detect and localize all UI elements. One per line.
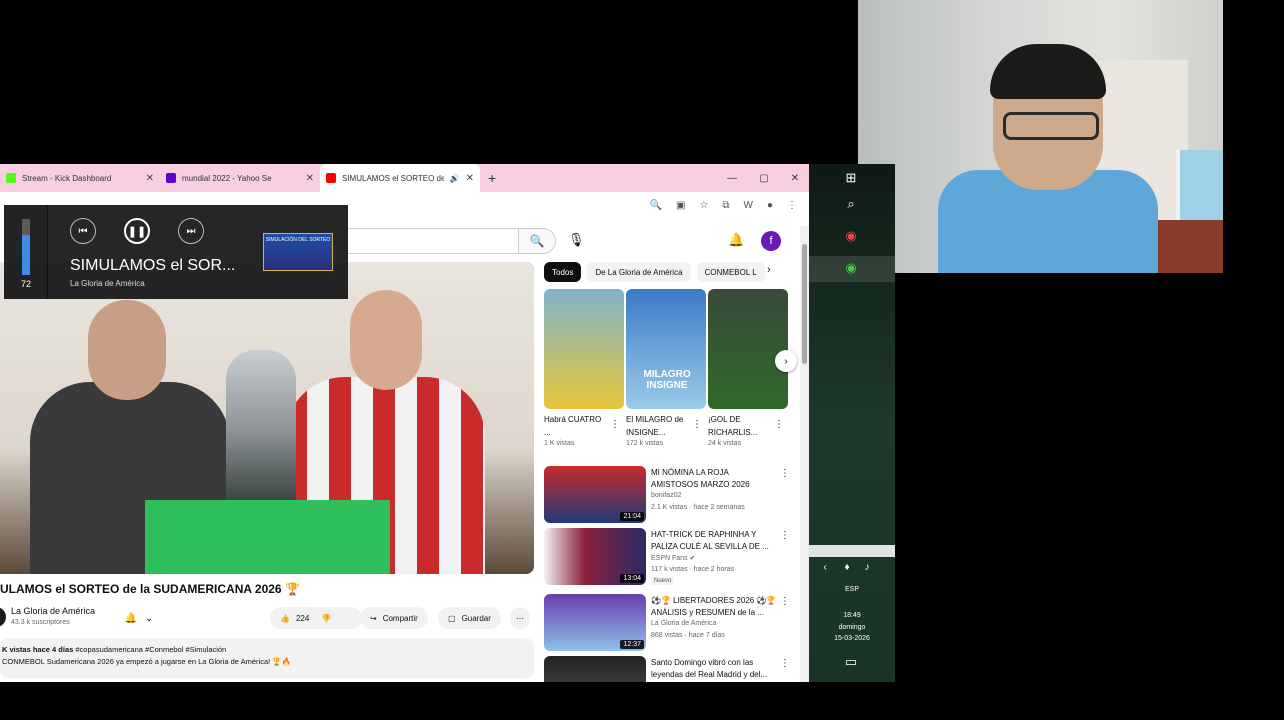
account-avatar[interactable]: f xyxy=(761,231,781,251)
short-item[interactable]: Habrá CUATRO ... 1 K vistas ⋮ xyxy=(544,289,624,447)
more-icon[interactable]: ⋮ xyxy=(780,596,790,607)
clock-time[interactable]: 18:49 xyxy=(809,612,895,619)
shorts-next-button[interactable]: › xyxy=(775,350,797,372)
taskbar: ⊞ ⌕ ◉ ◉ ‹ ♦ ♪ ESP 18:49 domingo 15-03-20… xyxy=(809,164,895,682)
chrome-icon[interactable]: ◉ xyxy=(843,260,859,276)
trophy-image xyxy=(226,350,296,510)
share-icon: ↪ xyxy=(370,613,377,623)
new-tab-button[interactable]: + xyxy=(480,170,504,186)
save-icon: ▢ xyxy=(448,613,456,623)
extension-icon[interactable]: W xyxy=(744,200,753,211)
bell-icon: 🔔 xyxy=(124,612,138,624)
subscriber-count: 43.3 k suscriptores xyxy=(11,619,70,626)
recommended-video[interactable]: 12:37 ⚽🏆 LIBERTADORES 2026 ⚽🏆 ANÁLISIS y… xyxy=(544,594,794,652)
speaker-icon[interactable]: 🔊 xyxy=(450,174,460,183)
minimize-button[interactable]: — xyxy=(727,173,737,184)
chrome-icon[interactable]: ◉ xyxy=(843,228,859,244)
short-item[interactable]: ¡GOL DE RICHARLIS... 24 k vistas ⋮ xyxy=(708,289,788,447)
next-track-icon[interactable]: ⏭ xyxy=(178,218,204,244)
tab-kick[interactable]: Stream - Kick Dashboard ✕ xyxy=(0,164,160,192)
profile-icon[interactable]: ● xyxy=(767,200,773,211)
search-button[interactable]: 🔍 xyxy=(518,228,556,254)
tab-strip: Stream - Kick Dashboard ✕ mundial 2022 -… xyxy=(0,164,809,192)
video-title: ULAMOS el SORTEO de la SUDAMERICANA 2026… xyxy=(0,582,300,596)
channel-name[interactable]: La Gloria de América xyxy=(11,606,95,616)
speaker-icon[interactable]: ♪ xyxy=(859,560,875,576)
chip-channel[interactable]: De La Gloria de América xyxy=(587,262,691,282)
recommended-video[interactable]: 21:04 MI NÓMINA LA ROJA AMISTOSOS MARZO … xyxy=(544,466,794,524)
short-item[interactable]: MILAGRO INSIGNE El MILAGRO de INSIGNE...… xyxy=(626,289,706,447)
maximize-button[interactable]: ▢ xyxy=(759,173,768,184)
short-thumbnail[interactable] xyxy=(544,289,624,409)
short-thumbnail[interactable] xyxy=(708,289,788,409)
windows-start-icon[interactable]: ⊞ xyxy=(843,170,859,186)
channel-row: La Gloria de América 43.3 k suscriptores… xyxy=(0,604,534,632)
search-icon[interactable]: ⌕ xyxy=(843,196,859,212)
notifications-icon[interactable]: 🔔 xyxy=(728,232,744,248)
chevron-right-icon[interactable]: › xyxy=(767,264,771,276)
more-icon[interactable]: ⋮ xyxy=(780,658,790,669)
media-controls: ⏮ ❚❚ ⏭ xyxy=(70,218,204,244)
description-box[interactable]: K vistas hace 4 días #copasudamericana #… xyxy=(0,638,534,678)
more-icon[interactable]: ⋮ xyxy=(774,419,784,430)
chip-all[interactable]: Todos xyxy=(544,262,582,282)
media-flyout: 72 ⏮ ❚❚ ⏭ SIMULAMOS el SOR... La Gloria … xyxy=(4,205,348,299)
search-input[interactable] xyxy=(346,228,518,254)
extensions-icon[interactable]: ⧉ xyxy=(722,200,729,211)
scrollbar[interactable] xyxy=(800,226,809,682)
chip-conmebol[interactable]: CONMEBOL L xyxy=(696,262,765,282)
channel-avatar[interactable] xyxy=(0,607,6,627)
clock-day: domingo xyxy=(838,624,866,631)
more-icon[interactable]: ⋮ xyxy=(780,468,790,479)
subscribe-bell-button[interactable]: 🔔 ⌄ xyxy=(118,607,160,629)
window-controls: — ▢ ✕ xyxy=(727,173,809,184)
menu-icon[interactable]: ⋮ xyxy=(787,200,797,211)
language-indicator[interactable]: ESP xyxy=(809,586,895,593)
kick-icon xyxy=(6,173,16,183)
zoom-icon[interactable]: 🔍 xyxy=(649,200,661,211)
more-icon: ⋯ xyxy=(516,613,524,623)
recommended-video[interactable]: Santo Domingo vibró con las leyendas del… xyxy=(544,656,794,682)
new-badge: Nuevo xyxy=(651,577,675,585)
more-icon[interactable]: ⋮ xyxy=(780,530,790,541)
volume-slider[interactable]: 72 xyxy=(4,205,48,299)
close-icon[interactable]: ✕ xyxy=(306,173,314,184)
pause-icon[interactable]: ❚❚ xyxy=(124,218,150,244)
cast-icon[interactable]: ▣ xyxy=(676,200,685,211)
media-channel: La Gloria de América xyxy=(70,279,145,288)
filter-chips: Todos De La Gloria de América CONMEBOL L xyxy=(544,262,765,282)
short-thumbnail[interactable]: MILAGRO INSIGNE xyxy=(626,289,706,409)
close-window-button[interactable]: ✕ xyxy=(791,173,799,184)
network-icon[interactable]: ♦ xyxy=(839,560,855,576)
more-icon[interactable]: ⋮ xyxy=(692,419,702,430)
like-button[interactable]: 👍 224 👎 xyxy=(270,607,362,629)
bookmark-star-icon[interactable]: ☆ xyxy=(699,200,708,211)
close-icon[interactable]: ✕ xyxy=(466,173,474,184)
chevron-down-icon: ⌄ xyxy=(145,612,154,624)
media-thumbnail: SIMULACIÓN DEL SORTEO xyxy=(263,233,333,271)
chevron-up-icon[interactable]: ‹ xyxy=(817,560,833,576)
mic-icon[interactable]: 🎙 xyxy=(568,232,585,248)
notifications-icon[interactable]: ▭ xyxy=(843,654,859,670)
previous-track-icon[interactable]: ⏮ xyxy=(70,218,96,244)
video-player[interactable] xyxy=(0,262,534,574)
yahoo-icon xyxy=(166,173,176,183)
save-button[interactable]: ▢ Guardar xyxy=(438,607,501,629)
thumbs-down-icon[interactable]: 👎 xyxy=(321,614,331,623)
share-button[interactable]: ↪ Compartir xyxy=(360,607,428,629)
webcam-feed xyxy=(858,0,1223,273)
close-icon[interactable]: ✕ xyxy=(146,173,154,184)
more-actions-button[interactable]: ⋯ xyxy=(510,607,530,629)
clock-date: 15-03-2026 xyxy=(834,635,870,642)
tray-scroll[interactable] xyxy=(809,545,895,557)
recommended-video[interactable]: 13:04 HAT-TRICK DE RAPHINHA Y PALIZA CUL… xyxy=(544,528,794,586)
tab-yahoo[interactable]: mundial 2022 - Yahoo Se ✕ xyxy=(160,164,320,192)
youtube-icon xyxy=(326,173,336,183)
search-icon: 🔍 xyxy=(529,234,545,248)
more-icon[interactable]: ⋮ xyxy=(610,419,620,430)
media-title: SIMULAMOS el SOR... xyxy=(70,257,236,274)
thumbs-up-icon: 👍 xyxy=(280,613,290,623)
tab-youtube[interactable]: SIMULAMOS el SORTEO de 🔊 ✕ xyxy=(320,164,480,192)
video-thumbnail[interactable] xyxy=(544,656,646,682)
